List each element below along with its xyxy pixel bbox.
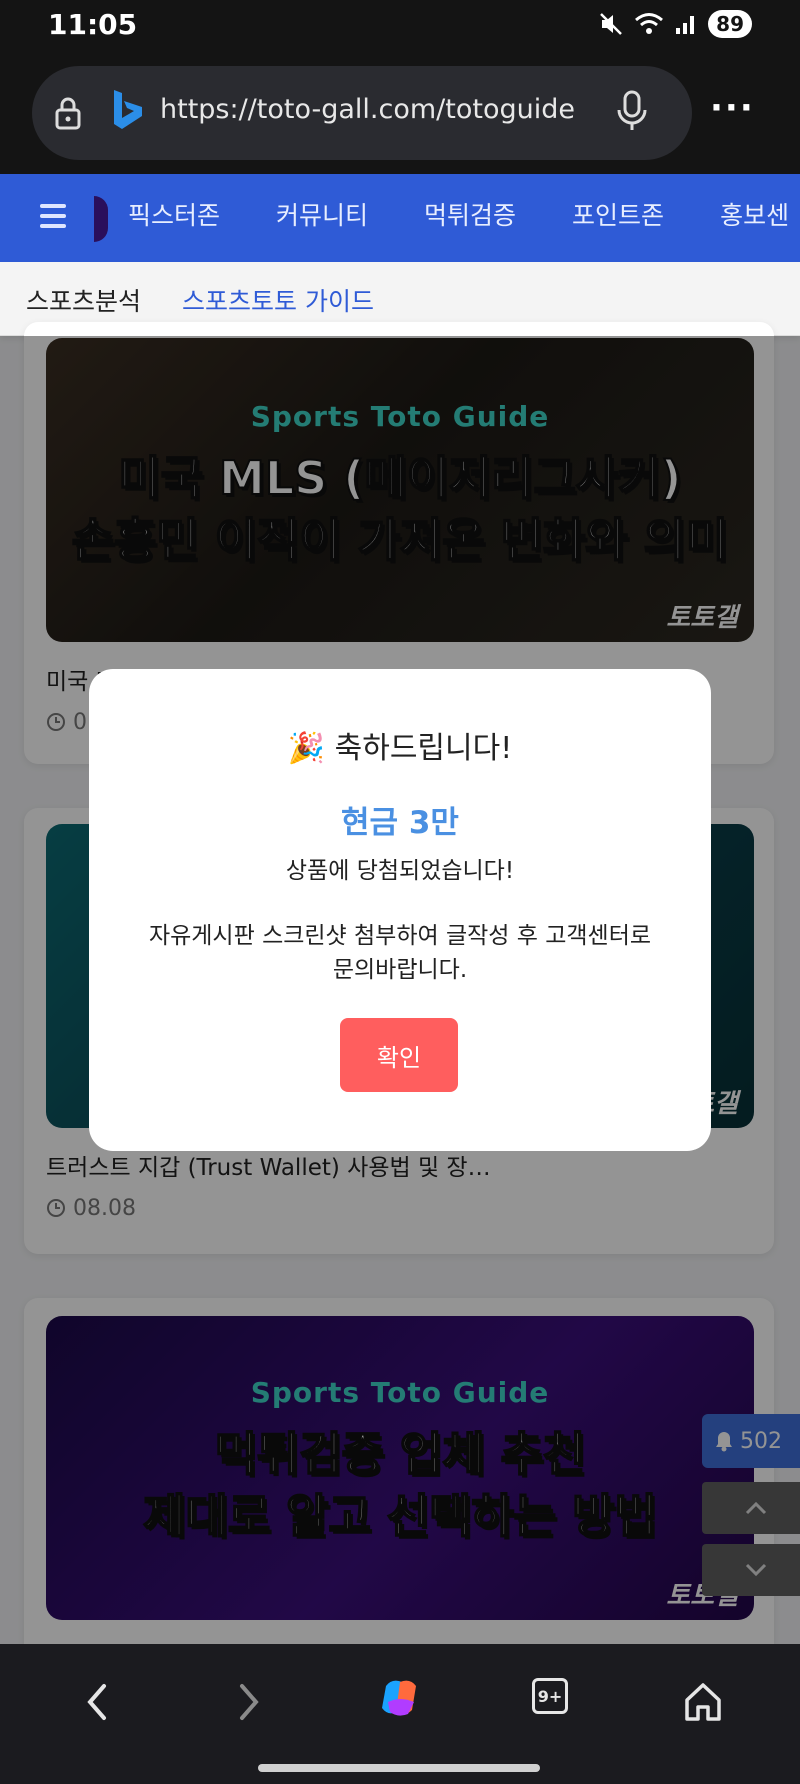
nav-item-pickster[interactable]: 픽스터존 (128, 196, 220, 232)
mic-icon[interactable] (614, 90, 650, 132)
gesture-bar[interactable] (258, 1764, 540, 1772)
browser-toolbar: https://toto-gall.com/totoguide ··· (0, 56, 800, 174)
nav-items: 픽스터존 커뮤니티 먹튀검증 포인트존 홍보센 (128, 196, 789, 232)
copilot-icon[interactable] (378, 1676, 422, 1720)
bottom-nav: 9+ (0, 1644, 800, 1784)
home-icon[interactable] (682, 1680, 724, 1724)
status-icons: 89 (598, 10, 752, 38)
back-icon[interactable] (80, 1680, 114, 1724)
forward-icon[interactable] (232, 1680, 266, 1724)
nav-item-community[interactable]: 커뮤니티 (276, 196, 368, 232)
site-nav: 픽스터존 커뮤니티 먹튀검증 포인트존 홍보센 (0, 174, 800, 262)
prize-amount: 현금 3만 (341, 805, 459, 841)
hamburger-menu-icon[interactable] (40, 204, 66, 234)
nav-item-scam-verify[interactable]: 먹튀검증 (424, 196, 516, 232)
lock-icon[interactable] (54, 96, 82, 130)
modal-instruction: 자유게시판 스크린샷 첨부하여 글작성 후 고객센터로 문의바랍니다. (148, 923, 652, 983)
status-bar: 11:05 89 (0, 0, 800, 56)
prize-modal: 🎉 축하드립니다! 현금 3만 상품에 당첨되었습니다! 자유게시판 스크린샷 … (89, 669, 711, 1151)
tab-count: 9+ (537, 1686, 563, 1706)
signal-icon (676, 16, 695, 34)
mute-icon (600, 13, 623, 35)
modal-title: 🎉 축하드립니다! (287, 731, 513, 766)
subnav-item-sports-analysis[interactable]: 스포츠분석 (26, 282, 141, 318)
site-logo[interactable] (94, 196, 108, 242)
nav-item-point-zone[interactable]: 포인트존 (572, 196, 664, 232)
confirm-button[interactable]: 확인 (340, 1018, 458, 1092)
status-time: 11:05 (48, 8, 138, 41)
more-icon[interactable]: ··· (710, 88, 755, 128)
nav-item-promo[interactable]: 홍보센 (720, 196, 789, 232)
tabs-button[interactable]: 9+ (532, 1678, 568, 1714)
wifi-icon (635, 13, 664, 34)
url-text[interactable]: https://toto-gall.com/totoguide (160, 94, 575, 125)
subnav-item-toto-guide[interactable]: 스포츠토토 가이드 (182, 282, 374, 318)
bing-icon (114, 90, 142, 129)
modal-message: 상품에 당첨되었습니다! (285, 858, 515, 884)
battery-icon: 89 (708, 10, 752, 38)
